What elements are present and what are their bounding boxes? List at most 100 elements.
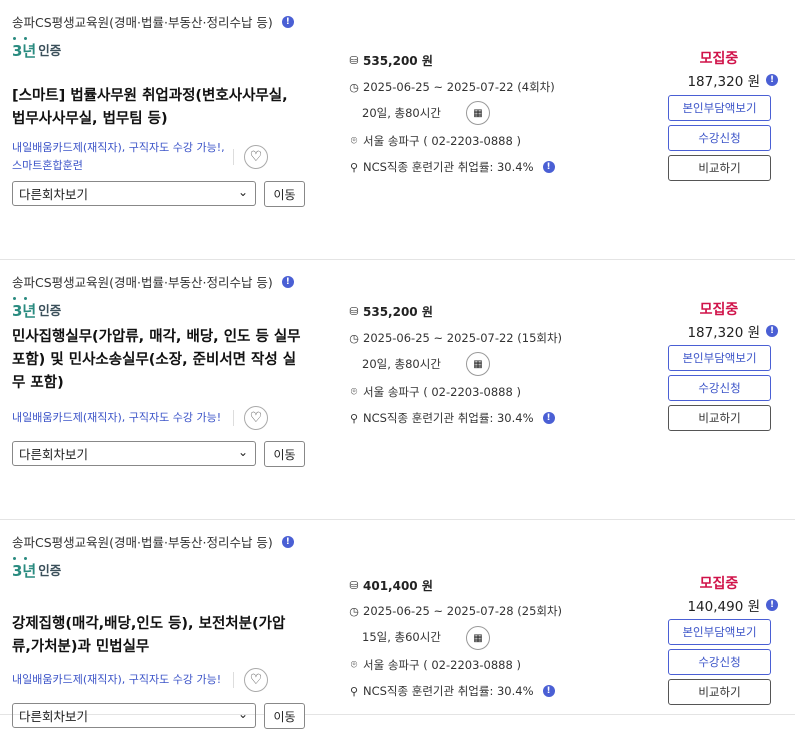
view-self-pay-button[interactable]: 본인부담액보기 <box>668 95 771 121</box>
institution-label[interactable]: 송파CS평생교육원(경매·법률·부동산·정리수납 등) <box>12 272 273 291</box>
select-value: 다른회차보기 <box>19 187 89 202</box>
location-row: ⌾ 서울 송파구 ( 02-2203-0888 ) <box>348 657 521 673</box>
compare-button[interactable]: 비교하기 <box>668 679 771 705</box>
duration-row: 20일, 총80시간 <box>362 105 441 121</box>
self-pay-row: 187,320 원 ! <box>660 321 778 341</box>
cert-label: 인증 <box>38 303 62 318</box>
person-icon: ⚲ <box>349 160 359 174</box>
tuition-row: ⛁ 535,200 원 <box>348 52 433 69</box>
training-period: 2025-06-25 ~ 2025-07-22 (4회차) <box>363 80 555 94</box>
employment-rate: NCS직종 훈련기관 취업률: 30.4% <box>363 684 534 698</box>
tuition-price: 535,200 원 <box>363 54 433 68</box>
location-text: 서울 송파구 ( 02-2203-0888 ) <box>363 385 521 399</box>
apply-button[interactable]: 수강신청 <box>668 125 771 151</box>
self-pay-row: 140,490 원 ! <box>660 595 778 615</box>
cert-label: 인증 <box>38 563 62 578</box>
employment-rate: NCS직종 훈련기관 취업률: 30.4% <box>363 160 534 174</box>
heart-icon[interactable]: ♡ <box>244 668 268 692</box>
course-card: 송파CS평생교육원(경매·법률·부동산·정리수납 등) ! 3년 인증 강제집행… <box>0 520 795 729</box>
divider <box>233 672 234 688</box>
person-icon: ⚲ <box>349 411 359 425</box>
training-period: 2025-06-25 ~ 2025-07-28 (25회차) <box>363 604 563 618</box>
select-value: 다른회차보기 <box>19 709 89 724</box>
info-icon[interactable]: ! <box>542 412 555 424</box>
cert-years: 3년 <box>12 297 36 320</box>
info-icon[interactable]: ! <box>766 74 778 86</box>
apply-button[interactable]: 수강신청 <box>668 649 771 675</box>
self-pay-row: 187,320 원 ! <box>660 70 778 90</box>
calendar-icon[interactable]: ▦ <box>466 352 490 376</box>
institution-name[interactable]: 송파CS평생교육원(경매·법률·부동산·정리수납 등) ! <box>12 532 294 551</box>
certification-badge: 3년 인증 <box>12 557 62 580</box>
location-text: 서울 송파구 ( 02-2203-0888 ) <box>363 134 521 148</box>
institution-label[interactable]: 송파CS평생교육원(경매·법률·부동산·정리수납 등) <box>12 532 273 551</box>
institution-label[interactable]: 송파CS평생교육원(경매·법률·부동산·정리수납 등) <box>12 12 273 31</box>
employment-row: ⚲ NCS직종 훈련기관 취업률: 30.4% ! <box>348 410 555 426</box>
course-card: 송파CS평생교육원(경매·법률·부동산·정리수납 등) ! 3년 인증 민사집행… <box>0 260 795 520</box>
move-button[interactable]: 이동 <box>264 441 305 467</box>
person-icon: ⚲ <box>349 684 359 698</box>
status-badge: 모집중 <box>699 576 739 592</box>
clock-icon: ◷ <box>349 80 359 94</box>
apply-button[interactable]: 수강신청 <box>668 375 771 401</box>
course-tags: 내일배움카드제(재직자), 구직자도 수강 가능!, 스마트혼합훈련 <box>12 141 225 172</box>
period-row: ◷ 2025-06-25 ~ 2025-07-22 (15회차) <box>348 330 562 346</box>
divider <box>233 410 234 426</box>
info-icon[interactable]: ! <box>766 325 778 337</box>
self-pay-amount: 187,320 원 <box>687 74 760 90</box>
location-pin-icon: ⌾ <box>350 658 358 671</box>
certification-badge: 3년 인증 <box>12 37 61 60</box>
status-badge: 모집중 <box>699 51 739 67</box>
coin-icon: ⛁ <box>349 305 359 318</box>
move-button[interactable]: 이동 <box>264 181 305 207</box>
other-session-select[interactable]: 다른회차보기 ⌄ <box>12 703 256 728</box>
location-pin-icon: ⌾ <box>350 385 358 398</box>
coin-icon: ⛁ <box>349 54 359 67</box>
certification-badge: 3년 인증 <box>12 297 62 320</box>
course-title[interactable]: 강제집행(매각,배당,인도 등), 보전처분(가압류,가처분)과 민법실무 <box>12 613 304 659</box>
training-period: 2025-06-25 ~ 2025-07-22 (15회차) <box>363 331 563 345</box>
coin-icon: ⛁ <box>349 579 359 592</box>
location-text: 서울 송파구 ( 02-2203-0888 ) <box>363 658 521 672</box>
info-icon[interactable]: ! <box>542 161 555 173</box>
view-self-pay-button[interactable]: 본인부담액보기 <box>668 345 771 371</box>
self-pay-amount: 187,320 원 <box>687 325 760 341</box>
heart-icon[interactable]: ♡ <box>244 406 268 430</box>
location-row: ⌾ 서울 송파구 ( 02-2203-0888 ) <box>348 384 521 400</box>
info-icon[interactable]: ! <box>281 535 294 548</box>
info-icon[interactable]: ! <box>542 685 555 697</box>
heart-icon[interactable]: ♡ <box>244 145 268 169</box>
view-self-pay-button[interactable]: 본인부담액보기 <box>668 619 771 645</box>
cert-years: 3년 <box>12 557 36 580</box>
course-title[interactable]: 민사집행실무(가압류, 매각, 배당, 인도 등 실무 포함) 및 민사소송실무… <box>12 326 304 395</box>
other-session-select[interactable]: 다른회차보기 ⌄ <box>12 441 256 466</box>
course-card: 송파CS평생교육원(경매·법률·부동산·정리수납 등) ! 3년 인증 [스마트… <box>0 0 795 260</box>
training-duration: 15일, 총60시간 <box>362 630 441 644</box>
info-icon[interactable]: ! <box>281 15 294 28</box>
other-session-select[interactable]: 다른회차보기 ⌄ <box>12 181 256 206</box>
clock-icon: ◷ <box>349 331 359 345</box>
institution-name[interactable]: 송파CS평생교육원(경매·법률·부동산·정리수납 등) ! <box>12 12 294 31</box>
tuition-price: 401,400 원 <box>363 579 433 593</box>
calendar-icon[interactable]: ▦ <box>466 626 490 650</box>
location-row: ⌾ 서울 송파구 ( 02-2203-0888 ) <box>348 133 521 149</box>
select-value: 다른회차보기 <box>19 447 89 462</box>
move-button[interactable]: 이동 <box>264 703 305 729</box>
clock-icon: ◷ <box>349 604 359 618</box>
chevron-down-icon: ⌄ <box>237 185 248 199</box>
info-icon[interactable]: ! <box>766 599 778 611</box>
info-icon[interactable]: ! <box>281 275 294 288</box>
employment-rate: NCS직종 훈련기관 취업률: 30.4% <box>363 411 534 425</box>
employment-row: ⚲ NCS직종 훈련기관 취업률: 30.4% ! <box>348 159 555 175</box>
duration-row: 15일, 총60시간 <box>362 629 441 645</box>
course-title[interactable]: [스마트] 법률사무원 취업과정(변호사사무실, 법무사사무실, 법무팀 등) <box>12 85 304 131</box>
calendar-icon[interactable]: ▦ <box>466 101 490 125</box>
tuition-row: ⛁ 401,400 원 <box>348 577 433 594</box>
chevron-down-icon: ⌄ <box>237 707 248 721</box>
employment-row: ⚲ NCS직종 훈련기관 취업률: 30.4% ! <box>348 683 555 699</box>
compare-button[interactable]: 비교하기 <box>668 405 771 431</box>
course-tags: 내일배움카드제(재직자), 구직자도 수강 가능! <box>12 673 222 686</box>
course-tags: 내일배움카드제(재직자), 구직자도 수강 가능! <box>12 411 222 424</box>
compare-button[interactable]: 비교하기 <box>668 155 771 181</box>
institution-name[interactable]: 송파CS평생교육원(경매·법률·부동산·정리수납 등) ! <box>12 272 294 291</box>
